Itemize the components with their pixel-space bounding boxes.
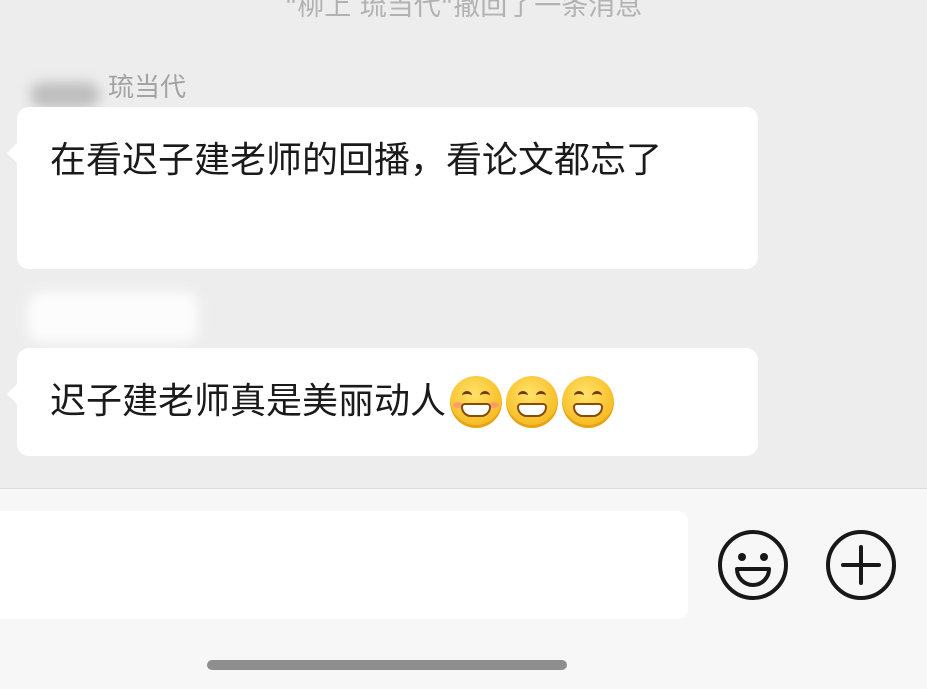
grin-emoji: [506, 376, 559, 428]
sender-row: 琉当代: [24, 62, 186, 108]
more-actions-button[interactable]: [825, 529, 897, 601]
chat-screen: "柳上 琉当代"撤回了一条消息 琉当代 在看迟子建老师的回播，看论文都忘了 迟子…: [0, 0, 927, 689]
message-input[interactable]: [0, 511, 688, 619]
blurred-sender-avatar: [30, 82, 100, 108]
emoji-smile-icon: [718, 530, 788, 600]
sender-name: 琉当代: [108, 72, 187, 103]
chat-input-bar: [0, 488, 927, 689]
home-indicator[interactable]: [207, 660, 567, 670]
sender-row: [24, 286, 198, 348]
grin-blush-emoji: [450, 376, 503, 428]
emoji-group: [448, 376, 615, 428]
message-text: 迟子建老师真是美丽动人: [50, 381, 447, 422]
system-recall-notice: "柳上 琉当代"撤回了一条消息: [284, 0, 643, 22]
blurred-sender-avatar: [28, 292, 198, 342]
message-bubble[interactable]: 迟子建老师真是美丽动人: [7, 348, 758, 456]
message-text: 在看迟子建老师的回播，看论文都忘了: [50, 140, 663, 181]
emoji-button[interactable]: [717, 529, 789, 601]
message-bubble[interactable]: 在看迟子建老师的回播，看论文都忘了: [7, 107, 758, 269]
grin-emoji: [562, 376, 615, 428]
plus-circle-icon: [826, 530, 896, 600]
